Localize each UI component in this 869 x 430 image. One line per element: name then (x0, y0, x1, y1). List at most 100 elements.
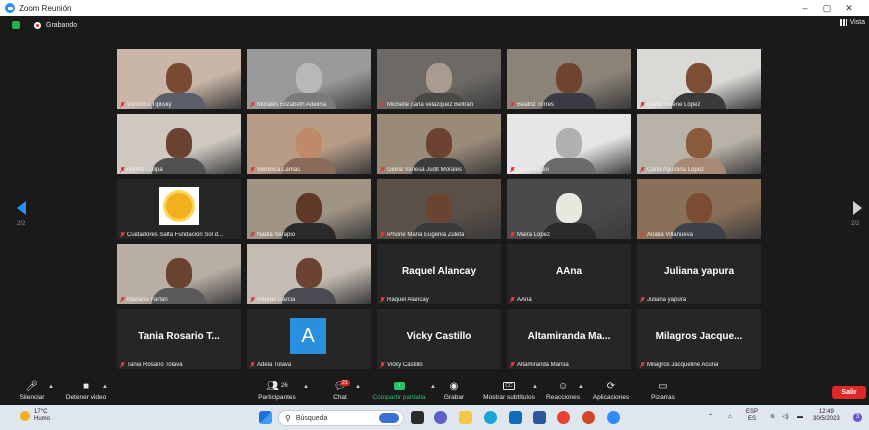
participant-tile[interactable]: Beatriz Torres (507, 49, 631, 109)
leave-meeting-button[interactable]: Salir (832, 386, 866, 399)
participant-name-label: Morales Elizabeth Adelina (250, 102, 368, 108)
record-button[interactable]: ◉ Grabar (440, 379, 468, 405)
participant-video (637, 49, 761, 109)
participant-name-label: Raquel Garcia (250, 297, 368, 303)
apps-button[interactable]: ⟳ Aplicaciones (590, 379, 632, 405)
language-code: ESP (746, 409, 759, 415)
audio-options-caret-icon[interactable]: ▲ (48, 384, 54, 390)
participant-tile[interactable]: Cuidadores Salta Fundación Sol d... (117, 179, 241, 239)
participant-tile[interactable]: Maria Selene López (637, 49, 761, 109)
maximize-button[interactable]: ▢ (816, 3, 838, 14)
participant-tile[interactable]: iPhone Maria Eugenia Zuleta (377, 179, 501, 239)
participant-tile[interactable]: Michelle carla velazquez Beltran (377, 49, 501, 109)
participant-tile[interactable]: Vicky Castillo Vicky Castillo (377, 309, 501, 369)
clock-time: 12:49 (818, 409, 834, 415)
chrome-icon[interactable] (557, 411, 570, 424)
windows-start-icon[interactable] (259, 411, 272, 424)
language-indicator[interactable]: ESP ES (746, 409, 758, 423)
share-screen-label: Compartir pantalla (372, 394, 426, 401)
edge-browser-icon[interactable] (484, 411, 497, 424)
word-icon[interactable] (533, 411, 546, 424)
next-page-arrow-icon[interactable] (853, 201, 862, 215)
video-options-caret-icon[interactable]: ▲ (102, 384, 108, 390)
participant-name: Michelle carla velazquez Beltran (387, 102, 474, 108)
reactions-button[interactable]: ☺ Reacciones (545, 379, 581, 405)
view-button[interactable]: Vista (839, 19, 865, 26)
volume-icon[interactable]: ◁) (782, 414, 789, 421)
reactions-caret-icon[interactable]: ▲ (578, 384, 584, 390)
participant-tile[interactable]: Analia Villanueva (637, 179, 761, 239)
participant-tile[interactable]: Maira López (507, 179, 631, 239)
participant-tile[interactable]: Gloria Vanesa Judit Morales (377, 114, 501, 174)
participant-tile[interactable]: A Adela Tolava (247, 309, 371, 369)
participant-tile[interactable]: Nadia Serapio (247, 179, 371, 239)
language-sub: ES (748, 416, 757, 422)
captions-caret-icon[interactable]: ▲ (532, 384, 538, 390)
participant-tile[interactable]: Veronica Lamas (247, 114, 371, 174)
muted-mic-icon (510, 362, 515, 368)
share-screen-button[interactable]: ↑ Compartir pantalla (368, 379, 430, 405)
security-shield-icon[interactable] (12, 21, 20, 29)
participant-tile[interactable]: norma Culipa (117, 114, 241, 174)
chat-unread-badge: 21 (340, 380, 350, 386)
participant-name-label: Tania Rosario Tolava (120, 362, 238, 368)
captions-button[interactable]: CC Mostrar subtítulos (481, 379, 537, 405)
zoom-taskbar-icon[interactable] (607, 411, 620, 424)
participant-display-name: Tania Rosario T... (138, 331, 220, 342)
whiteboards-button[interactable]: ▭ Pizarras (648, 379, 678, 405)
share-caret-icon[interactable]: ▲ (430, 384, 436, 390)
notification-badge[interactable]: 3 (853, 413, 862, 422)
muted-mic-icon (640, 362, 645, 368)
participants-button[interactable]: 👥︎ 26 Participantes (254, 379, 300, 405)
participant-tile[interactable]: Raquel Garcia (247, 244, 371, 304)
weather-sun-icon (20, 411, 30, 421)
mute-button[interactable]: 🎤︎ Silenciar (14, 379, 50, 405)
participant-tile[interactable]: Morales Elizabeth Adelina (247, 49, 371, 109)
wifi-icon[interactable]: ≋ (770, 414, 775, 421)
participant-tile[interactable]: Milagros Jacque... Milagros Jacqueline Ac… (637, 309, 761, 369)
muted-mic-icon (250, 232, 255, 238)
task-view-icon[interactable] (411, 411, 424, 424)
participant-tile[interactable]: Carla Agustina Lopez (637, 114, 761, 174)
weather-widget[interactable]: 17°C Humo (20, 409, 50, 423)
stop-video-button[interactable]: ■ Detener video (60, 379, 112, 405)
participant-name: Morales Elizabeth Adelina (257, 102, 327, 108)
participant-name: norma Culipa (127, 167, 163, 173)
participant-video (117, 49, 241, 109)
participant-display-name: Raquel Alancay (401, 266, 477, 277)
participant-tile[interactable]: Veronica Tiplisky (117, 49, 241, 109)
chat-caret-icon[interactable]: ▲ (355, 384, 361, 390)
file-explorer-icon[interactable] (459, 411, 472, 424)
battery-icon[interactable]: ▬ (797, 414, 803, 421)
muted-mic-icon (510, 102, 515, 108)
teams-chat-icon[interactable] (434, 411, 447, 424)
close-button[interactable]: ✕ (838, 3, 860, 14)
minimize-button[interactable]: – (794, 3, 816, 13)
participant-name-label: Veronica Lamas (250, 167, 368, 173)
taskbar-search-box[interactable]: ⚲ Búsqueda (278, 410, 404, 426)
participant-tile[interactable]: Eli Quipildor (507, 114, 631, 174)
participant-name: Beatriz Torres (517, 102, 554, 108)
participant-name-label: Eli Quipildor (510, 167, 628, 173)
bing-icon (379, 413, 399, 423)
participant-video (637, 179, 761, 239)
outlook-icon[interactable] (509, 411, 522, 424)
muted-mic-icon (250, 297, 255, 303)
muted-mic-icon (250, 102, 255, 108)
tray-network-icon[interactable]: ⌂ (728, 414, 732, 421)
video-camera-icon: ■ (82, 380, 90, 392)
participant-tile[interactable]: Juliana yapura Juliana yapura (637, 244, 761, 304)
participant-tile[interactable]: Tania Rosario T... Tania Rosario Tolava (117, 309, 241, 369)
participant-tile[interactable]: AAna AAna (507, 244, 631, 304)
participants-caret-icon[interactable]: ▲ (303, 384, 309, 390)
clock[interactable]: 12:49 30/5/2023 (813, 409, 840, 423)
muted-mic-icon (510, 167, 515, 173)
participant-tile[interactable]: Mariana Farfan (117, 244, 241, 304)
participant-name: Adela Tolava (257, 362, 292, 368)
participant-tile[interactable]: Raquel Alancay Raquel Alancay (377, 244, 501, 304)
previous-page-arrow-icon[interactable] (17, 201, 26, 215)
powerpoint-icon[interactable] (582, 411, 595, 424)
participant-tile[interactable]: Altamiranda Ma... Altamiranda Marcia (507, 309, 631, 369)
tray-overflow-icon[interactable]: ⌃ (708, 414, 713, 421)
participant-video (507, 49, 631, 109)
